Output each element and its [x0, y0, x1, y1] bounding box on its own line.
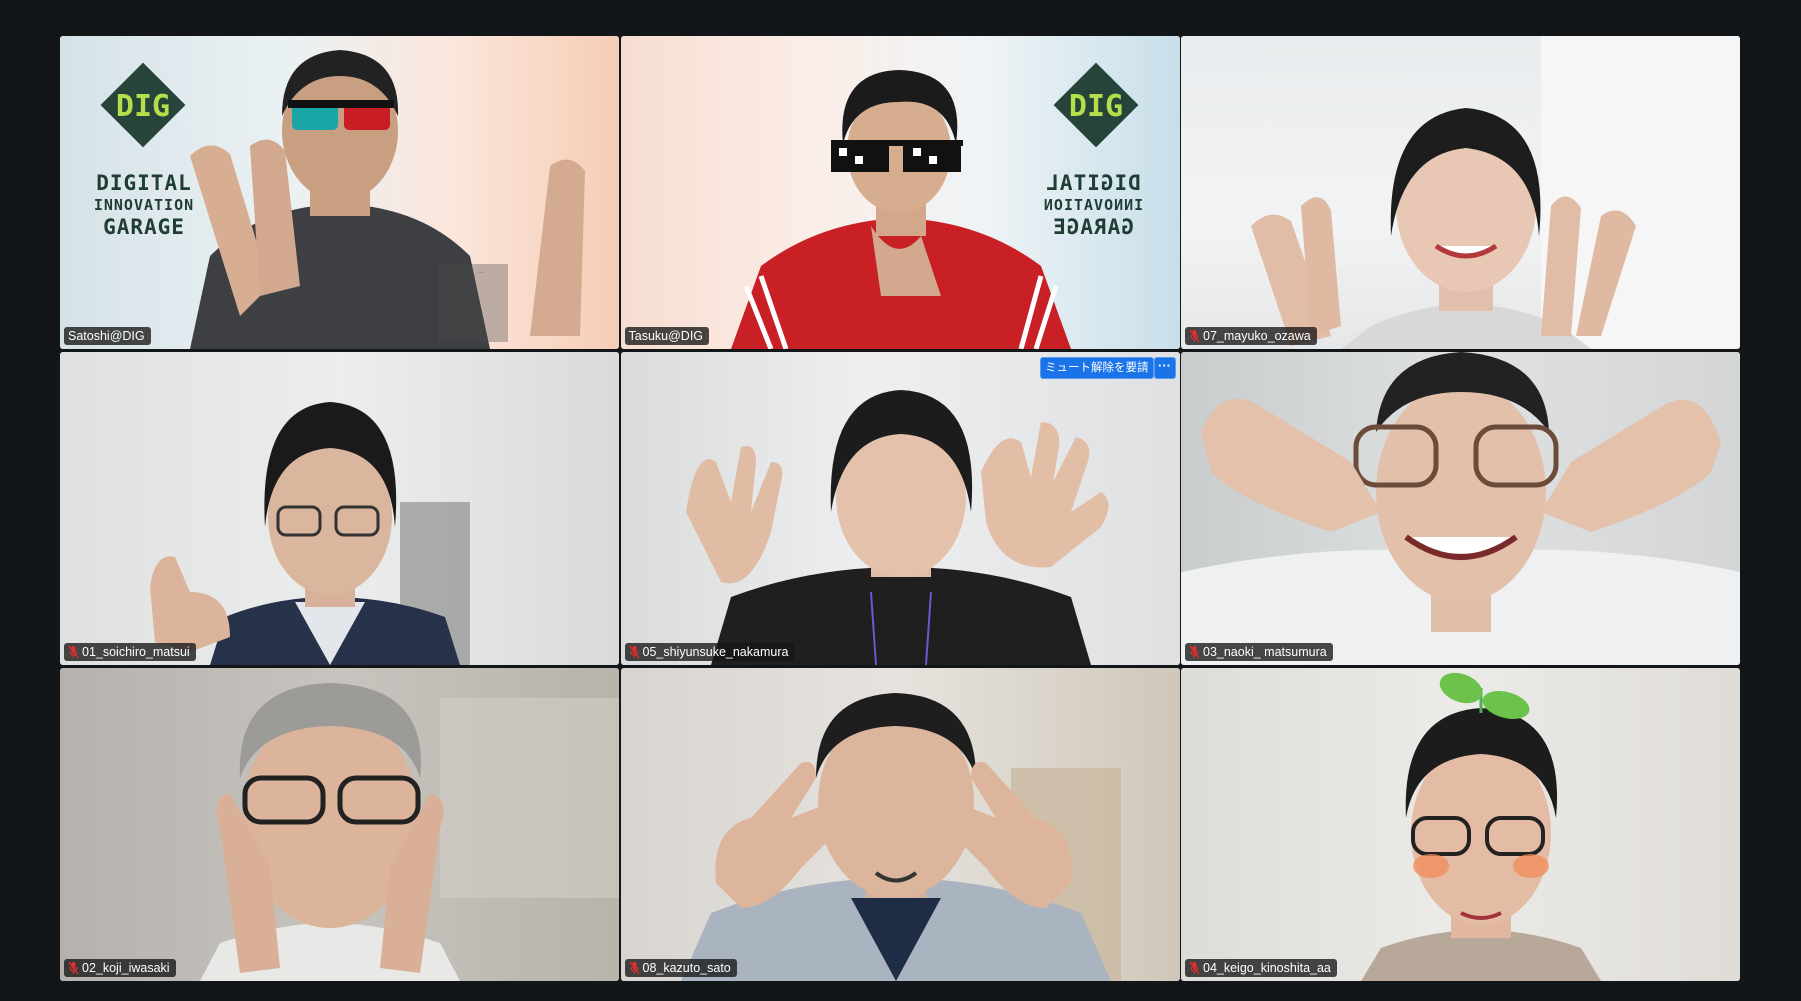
video-tile-shiyunsuke[interactable]: ミュート解除を要請 ··· 05_shiyunsuke_nakamura [620, 352, 1180, 665]
muted-microphone-icon [68, 961, 79, 975]
participant-name-tag: 05_shiyunsuke_nakamura [624, 643, 795, 661]
participant-name-tag: Tasuku@DIG [624, 327, 710, 345]
participant-video [150, 402, 470, 665]
participant-name-tag: 08_kazuto_sato [624, 959, 737, 977]
participant-video [1251, 36, 1740, 349]
muted-microphone-icon [68, 645, 79, 659]
muted-microphone-icon [628, 961, 640, 975]
participant-name-tag: 04_keigo_kinoshita_aa [1185, 959, 1337, 977]
participant-video [685, 390, 1108, 665]
participant-name: 01_soichiro_matsui [82, 645, 190, 659]
participant-name: 04_keigo_kinoshita_aa [1203, 961, 1331, 975]
muted-microphone-icon [1189, 961, 1200, 975]
muted-microphone-icon [1189, 329, 1200, 343]
video-tile-tasuku[interactable]: DIG DIGITAL INNOVATION GARAGE Tasuku@DIG [620, 36, 1180, 349]
participant-name: 02_koji_iwasaki [82, 961, 170, 975]
participant-video: ... [190, 50, 585, 349]
participant-name-tag: 03_naoki_ matsumura [1185, 643, 1333, 661]
muted-microphone-icon [1189, 645, 1200, 659]
video-tile-mayuko[interactable]: 07_mayuko_ozawa [1181, 36, 1740, 349]
participant-name: 07_mayuko_ozawa [1203, 329, 1311, 343]
participant-video [1181, 352, 1740, 665]
more-options-button[interactable]: ··· [1153, 357, 1176, 379]
participant-video [730, 70, 1071, 349]
participant-name-tag: Satoshi@DIG [64, 327, 151, 345]
svg-text:...: ... [478, 269, 483, 275]
participant-name-tag: 02_koji_iwasaki [64, 959, 176, 977]
participant-video [680, 693, 1121, 981]
participant-name-tag: 07_mayuko_ozawa [1185, 327, 1317, 345]
participant-name: Satoshi@DIG [68, 329, 145, 343]
background-motto-text [635, 262, 717, 274]
request-unmute-button[interactable]: ミュート解除を要請 [1040, 357, 1154, 379]
video-tile-satoshi[interactable]: DIG DIGITAL INNOVATION GARAGE ... Satosh… [60, 36, 619, 349]
participant-name-tag: 01_soichiro_matsui [64, 643, 196, 661]
participant-video [200, 683, 619, 981]
participant-name: Tasuku@DIG [628, 329, 704, 343]
video-gallery: DIG DIGITAL INNOVATION GARAGE ... Satosh… [60, 36, 1740, 981]
participant-video [1361, 672, 1601, 981]
video-tile-koji[interactable]: 02_koji_iwasaki [60, 668, 619, 981]
video-tile-keigo[interactable]: 04_keigo_kinoshita_aa [1181, 668, 1740, 981]
video-tile-naoki[interactable]: 03_naoki_ matsumura [1181, 352, 1740, 665]
video-tile-kazuto[interactable]: 08_kazuto_sato [620, 668, 1180, 981]
participant-name: 03_naoki_ matsumura [1203, 645, 1327, 659]
video-tile-soichiro[interactable]: 01_soichiro_matsui [60, 352, 619, 665]
participant-name: 05_shiyunsuke_nakamura [642, 645, 789, 659]
participant-name: 08_kazuto_sato [642, 961, 731, 975]
muted-microphone-icon [628, 645, 640, 659]
